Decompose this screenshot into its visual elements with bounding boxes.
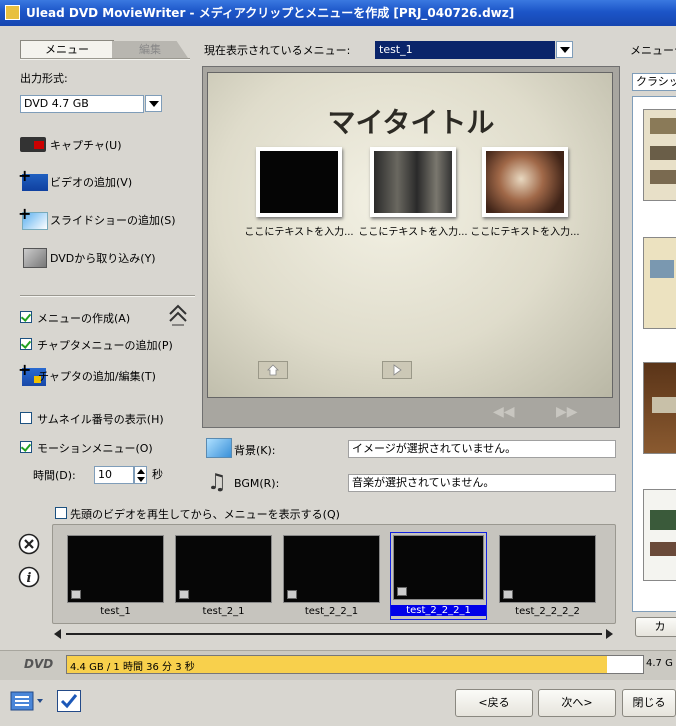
- next-nav-icon[interactable]: [382, 361, 412, 379]
- menu-preview[interactable]: マイタイトル ここにテキストを入力... ここにテキストを入力... ここにテキ…: [207, 72, 613, 398]
- window-title-bar[interactable]: Ulead DVD MovieWriter - メディアクリップとメニューを作成…: [0, 0, 676, 26]
- delete-icon[interactable]: [18, 533, 40, 555]
- back-button[interactable]: <戻る: [455, 689, 533, 717]
- output-format-dropdown-button[interactable]: [145, 95, 162, 112]
- current-menu-label: 現在表示されているメニュー:: [204, 44, 351, 57]
- clip-label: test_2_2_2_2: [515, 606, 580, 617]
- template-thumbnail[interactable]: [643, 362, 676, 454]
- play-first-label: 先頭のビデオを再生してから、メニューを表示する(Q): [70, 508, 340, 521]
- background-icon[interactable]: [206, 438, 232, 458]
- preview-title: マイタイトル: [327, 106, 495, 139]
- clip-label: test_2_2_2_1: [391, 605, 486, 616]
- template-category-select[interactable]: クラシック: [632, 73, 676, 91]
- capture-button[interactable]: キャプチャ(U): [20, 134, 190, 154]
- collapse-icon[interactable]: [168, 304, 188, 326]
- clip-thumbnail: [283, 535, 380, 603]
- scroll-track[interactable]: [66, 633, 602, 635]
- tab-edit[interactable]: 編集: [112, 41, 188, 58]
- import-dvd-button[interactable]: DVDから取り込み(Y): [20, 245, 190, 269]
- preview-thumb-3[interactable]: [482, 147, 568, 217]
- background-label: 背景(K):: [234, 444, 276, 457]
- next-page-icon[interactable]: ▶▶: [556, 404, 578, 420]
- create-menu-label: メニューの作成(A): [37, 312, 131, 325]
- time-input[interactable]: 10: [94, 466, 134, 484]
- add-video-button[interactable]: + ビデオの追加(V): [18, 168, 190, 192]
- chapter-menu-label: チャプタメニューの追加(P): [37, 339, 173, 352]
- chapter-menu-checkbox[interactable]: [20, 338, 32, 350]
- close-button[interactable]: 閉じる: [622, 689, 676, 717]
- preview-thumb-1[interactable]: [256, 147, 342, 217]
- show-thumb-number-checkbox[interactable]: [20, 412, 32, 424]
- disc-type-label: DVD: [24, 657, 54, 671]
- scroll-right-icon[interactable]: [606, 629, 613, 639]
- import-dvd-icon: [23, 248, 47, 268]
- music-note-icon[interactable]: ♫: [207, 470, 233, 496]
- menu-template-label: メニューテ: [630, 44, 676, 57]
- window-title: Ulead DVD MovieWriter - メディアクリップとメニューを作成…: [26, 6, 515, 20]
- time-unit: 秒: [152, 468, 163, 481]
- show-thumb-number-label: サムネイル番号の表示(H): [37, 413, 164, 426]
- current-menu-dropdown-button[interactable]: [556, 41, 573, 58]
- template-list[interactable]: [632, 96, 676, 612]
- svg-text:i: i: [27, 571, 32, 586]
- clip-thumbnail: [499, 535, 596, 603]
- motion-menu-label: モーションメニュー(O): [37, 442, 153, 455]
- template-thumbnail[interactable]: [643, 489, 676, 581]
- play-first-checkbox[interactable]: [55, 507, 67, 519]
- clip-item-selected[interactable]: test_2_2_2_1: [390, 532, 487, 620]
- template-thumbnail[interactable]: [643, 109, 676, 201]
- bgm-field[interactable]: 音楽が選択されていません。: [348, 474, 616, 492]
- bgm-label: BGM(R):: [234, 477, 280, 490]
- view-options-icon[interactable]: [10, 690, 43, 712]
- tab-divider: [20, 58, 190, 60]
- create-menu-checkbox[interactable]: [20, 311, 32, 323]
- capture-icon: [20, 137, 46, 152]
- clip-label: test_2_2_1: [304, 606, 359, 617]
- info-icon[interactable]: i: [18, 566, 40, 588]
- add-slideshow-button[interactable]: + スライドショーの追加(S): [18, 206, 195, 231]
- disc-usage-bar: 4.4 GB / 1 時間 36 分 3 秒: [66, 655, 644, 674]
- app-icon: [5, 5, 20, 20]
- clip-thumbnail: [67, 535, 164, 603]
- home-nav-icon[interactable]: [258, 361, 288, 379]
- time-label: 時間(D):: [33, 469, 76, 482]
- preview-caption-3[interactable]: ここにテキストを入力...: [470, 223, 580, 238]
- time-spinner[interactable]: [134, 466, 147, 484]
- template-thumbnail[interactable]: [643, 237, 676, 329]
- output-format-label: 出力形式:: [20, 72, 68, 85]
- check-icon[interactable]: [57, 690, 81, 712]
- clip-thumbnail: [393, 535, 484, 600]
- motion-menu-checkbox[interactable]: [20, 441, 32, 453]
- clip-thumbnail: [175, 535, 272, 603]
- left-divider: [20, 295, 195, 297]
- clip-scrollbar[interactable]: [54, 628, 614, 640]
- disc-usage-text: 4.4 GB / 1 時間 36 分 3 秒: [70, 662, 195, 673]
- add-video-icon: +: [18, 168, 48, 191]
- output-format-select[interactable]: DVD 4.7 GB: [20, 95, 144, 113]
- add-slideshow-icon: +: [18, 206, 48, 230]
- next-button[interactable]: 次へ>: [538, 689, 616, 717]
- disc-capacity: 4.7 G: [646, 658, 673, 669]
- clip-label: test_1: [100, 606, 131, 617]
- background-field[interactable]: イメージが選択されていません。: [348, 440, 616, 458]
- preview-caption-2[interactable]: ここにテキストを入力...: [358, 223, 468, 238]
- prev-page-icon[interactable]: ◀◀: [493, 404, 515, 420]
- current-menu-select[interactable]: test_1: [375, 41, 555, 59]
- tab-menu[interactable]: メニュー: [20, 40, 114, 59]
- preview-caption-1[interactable]: ここにテキストを入力...: [244, 223, 354, 238]
- clip-label: test_2_1: [202, 606, 245, 617]
- scroll-left-icon[interactable]: [54, 629, 61, 639]
- customize-button[interactable]: カ: [635, 617, 676, 637]
- add-edit-chapter-button[interactable]: + チャプタの追加/編集(T): [18, 362, 195, 387]
- preview-thumb-2[interactable]: [370, 147, 456, 217]
